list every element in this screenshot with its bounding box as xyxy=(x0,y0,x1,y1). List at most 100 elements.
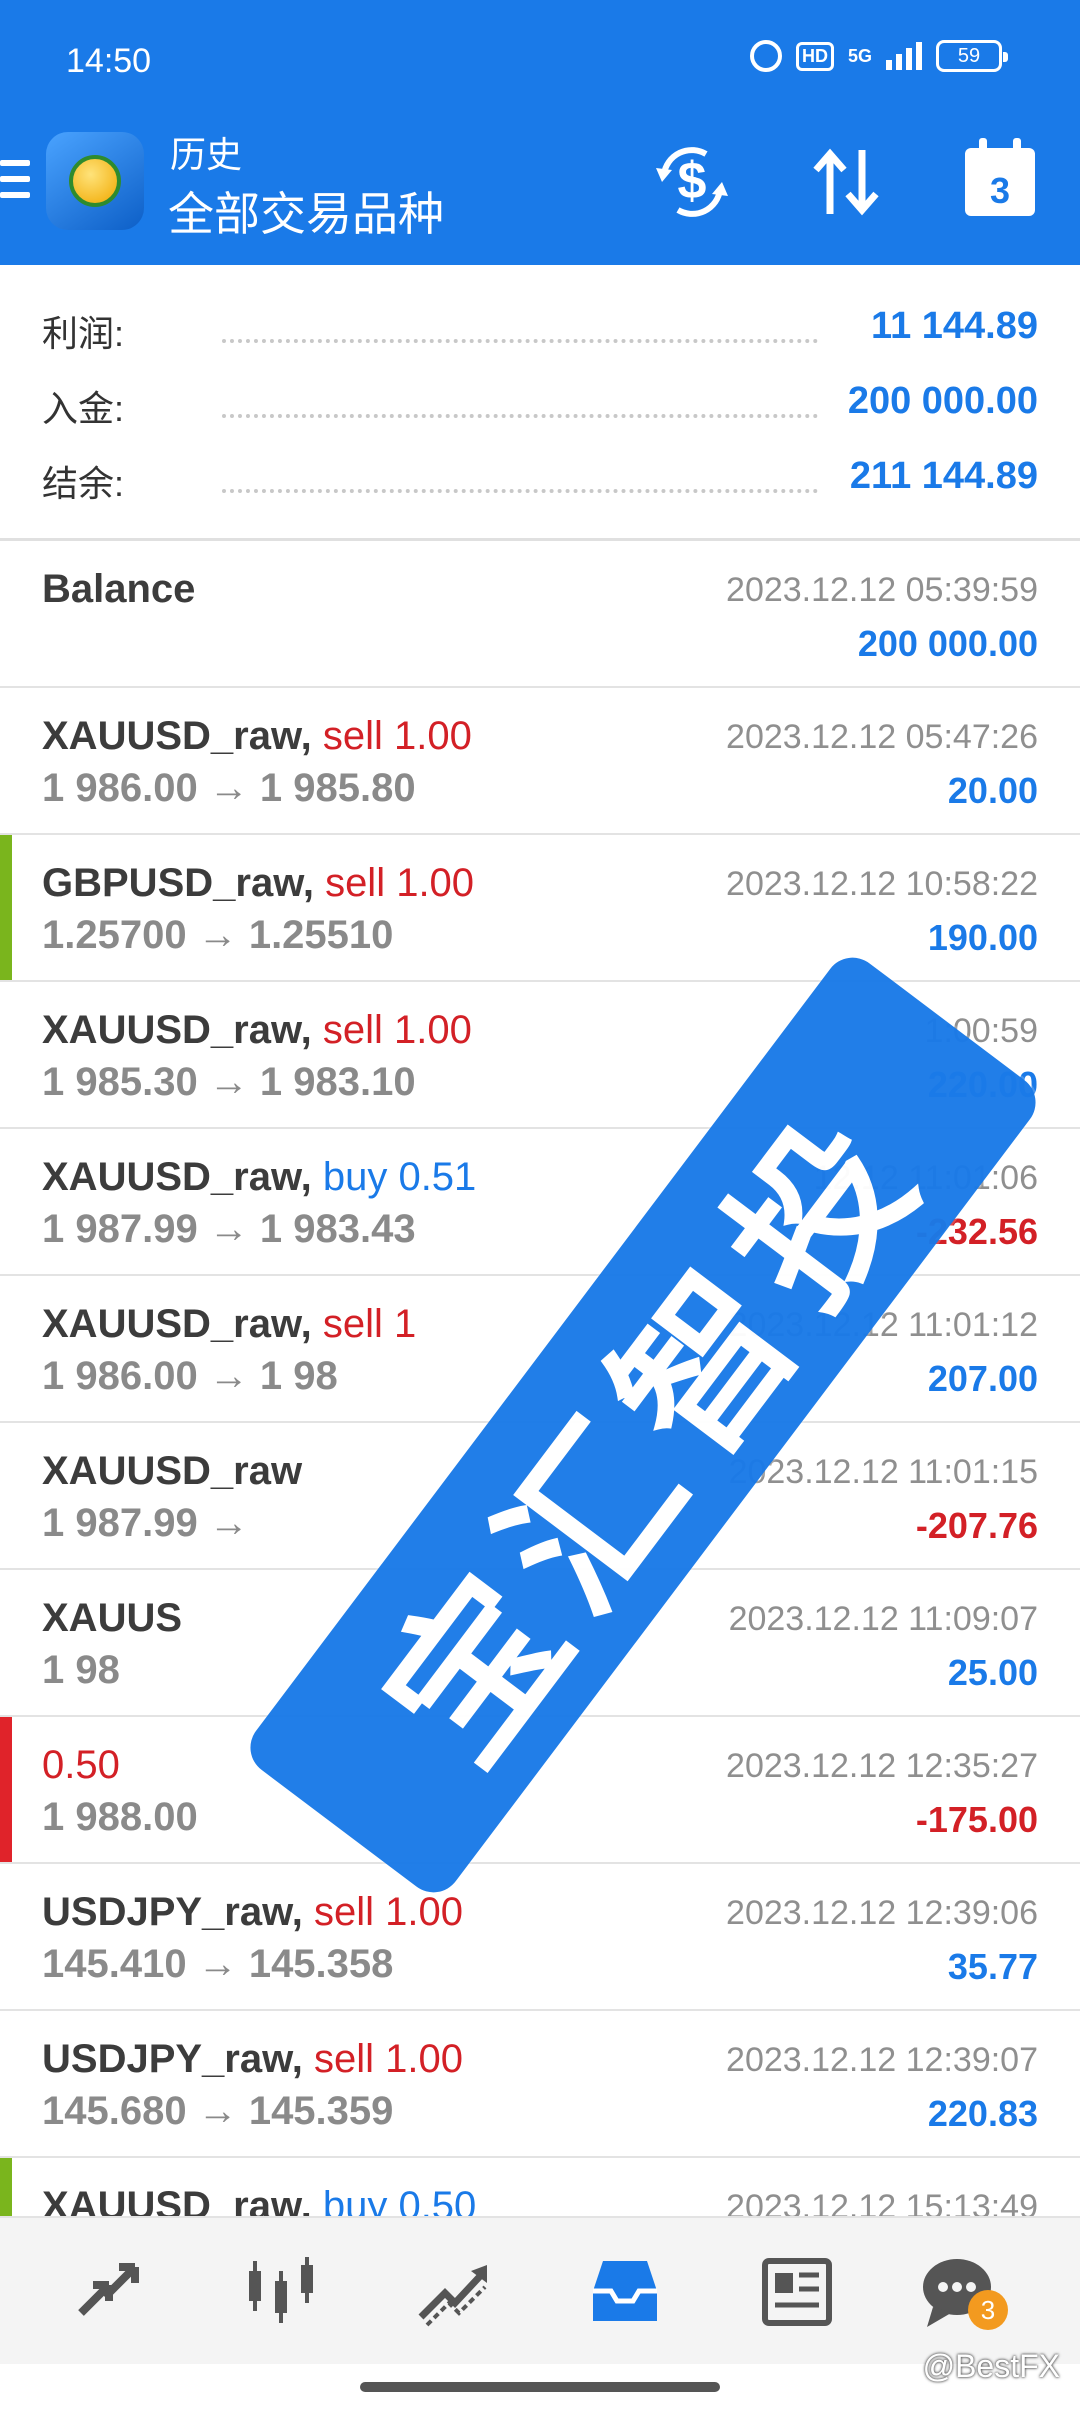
deal-amount: 200 000.00 xyxy=(857,623,1038,664)
menu-icon[interactable] xyxy=(0,160,30,210)
deal-symbol: 0.50 xyxy=(42,1743,120,1788)
svg-text:$: $ xyxy=(678,152,707,210)
deal-symbol: XAUUSD_raw, sell 1.00 xyxy=(42,1008,472,1053)
deal-prices: 1 986.00 → 1 985.80 xyxy=(42,766,416,810)
news-icon[interactable] xyxy=(752,2246,842,2336)
summary-value: 211 144.89 xyxy=(849,455,1038,497)
trade-icon[interactable] xyxy=(408,2246,498,2336)
deal-marker xyxy=(0,1717,12,1862)
deal-date: 2023.12.12 05:39:59 xyxy=(726,571,1038,609)
deal-profit: 220.83 xyxy=(927,2093,1038,2134)
bottom-navigation: 3 xyxy=(0,2216,1080,2364)
deal-row[interactable]: GBPUSD_raw, sell 1.00 1.25700 → 1.25510 20… xyxy=(0,835,1080,982)
summary-balance: 结余: 211 144.89 xyxy=(42,455,1038,515)
app-header: 历史 全部交易品种 $ 3 xyxy=(0,120,1080,265)
deal-profit: -175.00 xyxy=(915,1799,1038,1840)
deal-row[interactable]: XAUUSD_raw, buy 0.50 2023.12.12 15:13:49 xyxy=(0,2158,1080,2216)
summary-deposit: 入金: 200 000.00 xyxy=(42,380,1038,440)
balance-row[interactable]: Balance 2023.12.12 05:39:59 200 000.00 xyxy=(0,541,1080,688)
deal-marker xyxy=(0,1423,12,1568)
network-type: 5G xyxy=(847,46,872,66)
calendar-day: 3 xyxy=(965,138,1035,216)
deal-symbol-name: XAUUSD_raw, xyxy=(42,1302,312,1346)
deal-symbol-name: XAUUSD_raw, xyxy=(42,1008,312,1052)
dotted-leader xyxy=(222,339,818,343)
deal-marker xyxy=(0,1276,12,1421)
home-indicator[interactable] xyxy=(360,2382,720,2392)
deal-prices: 1 987.99 → 1 983.43 xyxy=(42,1207,416,1251)
app-logo xyxy=(46,132,144,230)
deal-row[interactable]: USDJPY_raw, sell 1.00 145.410 → 145.358 20… xyxy=(0,1864,1080,2011)
deal-marker xyxy=(0,982,12,1127)
deal-profit: 190.00 xyxy=(927,917,1038,958)
summary-value: 11 144.89 xyxy=(871,305,1038,347)
deal-symbol-name: XAUUSD_raw, xyxy=(42,2184,312,2216)
hd-icon: HD xyxy=(795,41,834,71)
deal-marker xyxy=(0,1864,12,2009)
signal-icon xyxy=(886,42,922,70)
deal-symbol-name: USDJPY_raw, xyxy=(42,1890,303,1934)
summary-panel: 利润: 11 144.89 入金: 200 000.00 结余: 211 144… xyxy=(0,265,1080,541)
header-title[interactable]: 全部交易品种 xyxy=(168,178,444,244)
deal-side: buy 0.50 xyxy=(322,2184,477,2216)
deal-profit: -207.76 xyxy=(915,1505,1038,1546)
deal-date: 2023.12.12 05:47:26 xyxy=(726,718,1038,756)
deal-prices: 1 985.30 → 1 983.10 xyxy=(42,1060,416,1104)
sort-icon[interactable] xyxy=(804,140,888,224)
status-icons: HD 5G 59 xyxy=(749,40,1008,72)
deal-symbol-name: GBPUSD_raw, xyxy=(42,861,314,905)
summary-label: 入金: xyxy=(42,388,125,429)
dotted-leader xyxy=(222,414,818,418)
deal-symbol: USDJPY_raw, sell 1.00 xyxy=(42,1890,463,1935)
currency-exchange-icon[interactable]: $ xyxy=(650,140,734,224)
battery-icon: 59 xyxy=(936,40,1008,72)
deal-date: 2023.12.12 11:09:07 xyxy=(728,1600,1038,1638)
deal-profit: 207.00 xyxy=(927,1358,1038,1399)
deal-marker xyxy=(0,2011,12,2156)
alarm-icon xyxy=(749,40,782,72)
deal-date: 2023.12.12 12:39:07 xyxy=(726,2041,1038,2079)
deal-prices: 1 987.99 → xyxy=(42,1501,249,1545)
dotted-leader xyxy=(222,489,818,493)
history-icon[interactable] xyxy=(580,2246,670,2336)
deal-profit: 20.00 xyxy=(947,770,1038,811)
deal-side: sell 1 xyxy=(322,1302,417,1346)
summary-profit: 利润: 11 144.89 xyxy=(42,305,1038,365)
deal-row[interactable]: XAUUSD_raw, sell 1.00 1 986.00 → 1 985.80… xyxy=(0,688,1080,835)
deal-symbol-name: XAUUSD_raw xyxy=(42,1449,303,1493)
deal-prices: 1 988.00 xyxy=(42,1795,198,1839)
deal-side: sell 1.00 xyxy=(322,714,472,758)
deal-symbol: XAUUSD_raw, sell 1 xyxy=(42,1302,416,1347)
deal-profit: 35.77 xyxy=(947,1946,1038,1987)
deal-profit: 25.00 xyxy=(947,1652,1038,1693)
deal-symbol: XAUUSD_raw, sell 1.00 xyxy=(42,714,472,759)
deal-symbol: XAUUS xyxy=(42,1596,182,1641)
summary-label: 结余: xyxy=(42,463,125,504)
chart-icon[interactable] xyxy=(236,2246,326,2336)
deal-symbol: XAUUSD_raw xyxy=(42,1449,302,1494)
deal-side: sell 1.00 xyxy=(313,1890,463,1934)
status-time: 14:50 xyxy=(66,42,152,80)
summary-label: 利润: xyxy=(42,313,125,354)
deal-symbol: GBPUSD_raw, sell 1.00 xyxy=(42,861,474,906)
deal-prices: 1.25700 → 1.25510 xyxy=(42,913,394,957)
deal-marker xyxy=(0,2158,12,2216)
deal-row[interactable]: USDJPY_raw, sell 1.00 145.680 → 145.359 20… xyxy=(0,2011,1080,2158)
status-bar: 14:50 HD 5G 59 xyxy=(0,0,1080,120)
deal-prices: 1 986.00 → 1 98 xyxy=(42,1354,338,1398)
deal-marker xyxy=(0,835,12,980)
deal-date: 2023.12.12 15:13:49 xyxy=(726,2188,1038,2216)
deal-marker xyxy=(0,688,12,833)
deal-prices: 1 98 xyxy=(42,1648,120,1692)
quotes-icon[interactable] xyxy=(64,2246,154,2336)
messages-badge: 3 xyxy=(968,2290,1008,2330)
deal-symbol-name: USDJPY_raw, xyxy=(42,2037,303,2081)
messages-icon[interactable]: 3 xyxy=(912,2246,1008,2336)
calendar-icon[interactable]: 3 xyxy=(958,138,1042,224)
deal-date: 2023.12.12 12:35:27 xyxy=(726,1747,1038,1785)
balance-label: Balance xyxy=(42,567,196,611)
deal-symbol: XAUUSD_raw, buy 0.51 xyxy=(42,1155,476,1200)
header-subtitle: 历史 xyxy=(170,134,243,175)
deal-marker xyxy=(0,1570,12,1715)
summary-value: 200 000.00 xyxy=(847,380,1038,422)
